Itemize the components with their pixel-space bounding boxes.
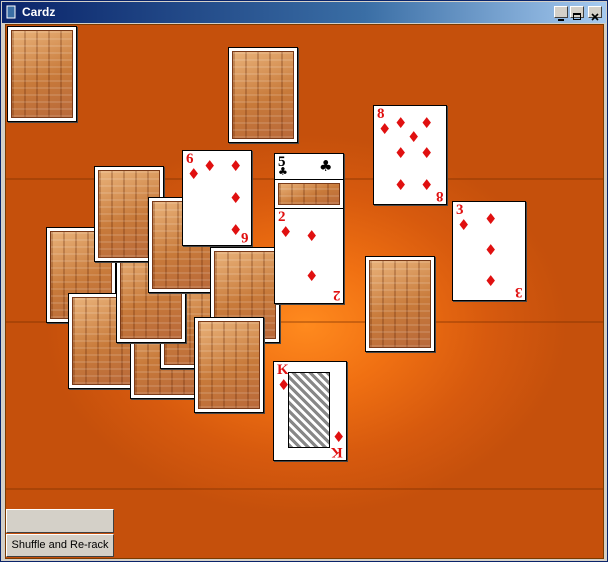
card-face-down[interactable] (365, 256, 435, 352)
diamond-icon: ♦ (203, 157, 217, 175)
card-table[interactable]: 6 ♦ ♦ ♦ ♦ ♦ 6 5 ♣ ♣ 2 ♦ ♦ ♦ 2 8 ♦ ♦ ♦ ♦ … (5, 24, 604, 559)
card-rank: 8 (435, 188, 444, 204)
diamond-icon: ♦ (229, 157, 243, 175)
card-3-diamonds[interactable]: 3 ♦ ♦ ♦ ♦ 3 (452, 201, 526, 301)
diamond-icon: ♦ (305, 227, 319, 245)
window-title: Cardz (22, 5, 56, 19)
diamond-icon: ♦ (279, 223, 293, 241)
title-bar[interactable]: Cardz (2, 2, 606, 23)
app-window: Cardz 6 ♦ ♦ ♦ ♦ ♦ 6 5 ♣ ♣ 2 ♦ ♦ ♦ 2 8 ♦ … (0, 0, 608, 562)
card-rank: K (331, 444, 343, 460)
maximize-button[interactable] (570, 6, 584, 20)
minimize-icon (558, 19, 564, 21)
maximize-icon (573, 13, 581, 20)
blank-button[interactable] (6, 509, 114, 533)
card-2-diamonds[interactable]: 2 ♦ ♦ ♦ 2 (274, 208, 344, 304)
diamond-icon: ♦ (394, 176, 408, 194)
card-face-down[interactable] (7, 26, 77, 122)
diamond-icon: ♦ (394, 114, 408, 132)
diamond-icon: ♦ (187, 165, 201, 183)
card-face-down[interactable] (228, 47, 298, 143)
card-rank: 6 (240, 229, 249, 245)
diamond-icon: ♦ (332, 428, 346, 446)
card-king-diamonds[interactable]: K ♦ ♦ K (273, 361, 347, 461)
diamond-icon: ♦ (484, 241, 498, 259)
close-icon (591, 13, 599, 21)
diamond-icon: ♦ (484, 272, 498, 290)
diamond-icon: ♦ (305, 267, 319, 285)
card-face-down[interactable] (274, 179, 344, 209)
app-icon (6, 5, 16, 19)
club-icon: ♣ (319, 157, 333, 175)
diamond-icon: ♦ (420, 144, 434, 162)
diamond-icon: ♦ (407, 128, 421, 146)
diamond-icon: ♦ (394, 144, 408, 162)
diamond-icon: ♦ (229, 189, 243, 207)
card-8-diamonds[interactable]: 8 ♦ ♦ ♦ ♦ ♦ ♦ ♦ ♦ 8 (373, 105, 447, 205)
diamond-icon: ♦ (378, 120, 392, 138)
card-rank: 3 (514, 284, 523, 300)
close-button[interactable] (588, 6, 602, 21)
club-icon: ♣ (278, 165, 288, 178)
card-6-diamonds[interactable]: 6 ♦ ♦ ♦ ♦ ♦ 6 (182, 150, 252, 246)
card-rank: 2 (332, 287, 341, 303)
shuffle-rerack-button[interactable]: Shuffle and Re-rack (6, 534, 114, 557)
diamond-icon: ♦ (484, 210, 498, 228)
minimize-button[interactable] (554, 6, 568, 21)
diamond-icon: ♦ (420, 176, 434, 194)
king-face-icon (288, 372, 330, 448)
diamond-icon: ♦ (420, 114, 434, 132)
diamond-icon: ♦ (457, 216, 471, 234)
card-face-down[interactable] (194, 317, 264, 413)
table-streak (6, 488, 603, 490)
